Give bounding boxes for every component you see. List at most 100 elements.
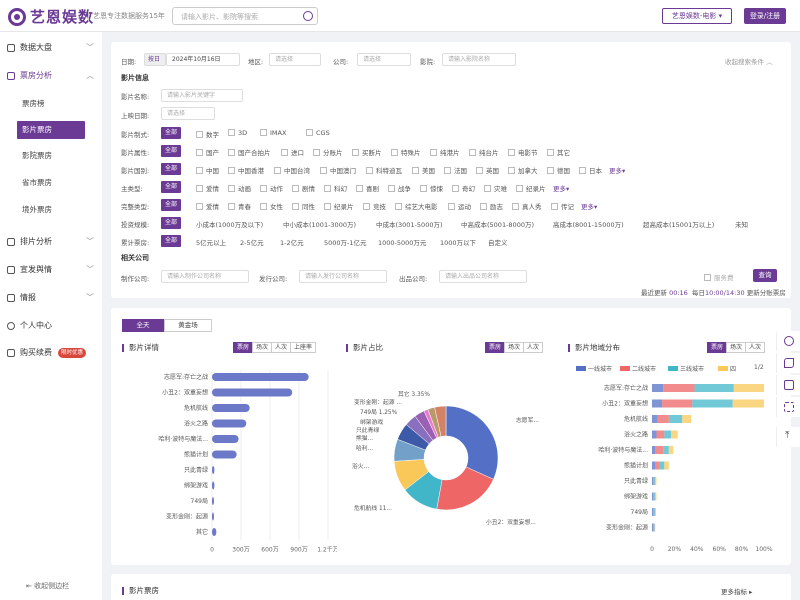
dist-company-input[interactable]: 请输入发行公司名称 [299,270,387,283]
bar[interactable] [212,419,247,428]
seg-boxoffice[interactable]: 票房 [233,342,254,353]
cumulative-option[interactable]: 1000万以下 [440,237,476,247]
stacked-segment[interactable] [694,384,734,392]
sidebar-item-publicity[interactable]: 宣发舆情 ﹀ [0,262,102,278]
sidebar-item-dashboard[interactable]: 数据大盘 ﹀ [0,40,102,56]
format-option[interactable]: 3D [228,129,247,137]
attr-option[interactable]: 国产合拍片 [228,147,271,157]
stacked-segment[interactable] [654,523,655,532]
stacked-segment[interactable] [654,508,656,516]
stacked-segment[interactable] [652,461,656,470]
full-genre-option[interactable]: 真人秀 [512,201,542,211]
stacked-segment[interactable] [668,415,683,423]
country-more-link[interactable]: 更多▾ [609,165,625,175]
cumulative-option[interactable]: 5亿元以上 [196,237,226,247]
sub-item-ranking[interactable]: 票房榜 [22,96,45,112]
stacked-segment[interactable] [664,461,669,470]
invest-option[interactable]: 高成本(8001-15000万) [553,219,624,229]
full-genre-option[interactable]: 竞技 [363,201,386,211]
stacked-segment[interactable] [655,446,664,454]
cumulative-option[interactable]: 1-2亿元 [280,237,304,247]
stacked-segment[interactable] [652,492,654,501]
stacked-segment[interactable] [652,446,656,454]
legend-pager[interactable]: 1/2 [754,364,764,371]
prodf-company-input[interactable]: 请输入出品公司名称 [439,270,527,283]
invest-option[interactable]: 中成本(3001-5000万) [376,219,443,229]
full-genre-option[interactable]: 运动 [448,201,471,211]
release-date-select[interactable]: 请选择 [161,107,215,120]
seg-admissions[interactable]: 人次 [271,342,292,353]
bar[interactable] [212,435,239,443]
attr-option[interactable]: 买断片 [352,147,382,157]
bar[interactable] [212,528,217,536]
genre-all-button[interactable]: 全部 [161,181,182,193]
stacked-segment[interactable] [654,477,656,485]
attr-option[interactable]: 国产 [196,147,219,157]
qrcode-button[interactable] [776,397,800,417]
attr-option[interactable]: 分账片 [313,147,343,157]
stacked-segment[interactable] [652,399,663,408]
invest-option[interactable]: 中高成本(5001-8000万) [461,219,534,229]
stacked-segment[interactable] [655,461,660,470]
stacked-segment[interactable] [671,430,678,439]
full-genre-option[interactable]: 青春 [228,201,251,211]
full-genre-option[interactable]: 爱情 [196,201,219,211]
stacked-segment[interactable] [653,523,655,532]
bar[interactable] [212,497,214,505]
query-button[interactable]: 查询 [753,269,777,282]
invest-option[interactable]: 中小成本(1001-3000万) [283,219,356,229]
country-option[interactable]: 中国 [196,165,219,175]
full-genre-option[interactable]: 传记 [551,201,574,211]
full-genre-more-link[interactable]: 更多▾ [581,201,597,211]
sub-item-movie-boxoffice[interactable]: 影片票房 [17,121,85,139]
stacked-segment[interactable] [652,508,654,516]
format-option[interactable]: IMAX [260,129,286,137]
stacked-segment[interactable] [653,492,655,501]
movie-name-input[interactable]: 请输入影片关键字 [161,89,243,102]
country-option[interactable]: 中国台湾 [274,165,310,175]
cumulative-option[interactable]: 2-5亿元 [240,237,264,247]
seg-occupancy[interactable]: 上座率 [290,342,317,353]
stacked-segment[interactable] [652,523,654,532]
phone-button[interactable] [776,353,800,373]
seg-admissions[interactable]: 人次 [745,342,766,353]
format-option[interactable]: 数字 [196,129,219,139]
stacked-segment[interactable] [662,399,693,408]
format-option[interactable]: CGS [306,129,330,137]
attr-option[interactable]: 进口 [281,147,304,157]
full-genre-option[interactable]: 励志 [480,201,503,211]
seg-boxoffice[interactable]: 票房 [707,342,728,353]
chat-button[interactable] [776,331,800,351]
seg-shows[interactable]: 场次 [504,342,525,353]
country-option[interactable]: 法国 [444,165,467,175]
bar[interactable] [212,481,215,490]
attr-all-button[interactable]: 全部 [161,145,182,157]
stacked-segment[interactable] [657,415,669,423]
sidebar-item-boxoffice[interactable]: 票房分析 ︿ [0,68,102,84]
stacked-segment[interactable] [655,492,657,501]
legend-item[interactable]: 一线城市 [576,364,612,373]
genre-option[interactable]: 剧情 [292,183,315,193]
stacked-segment[interactable] [652,415,658,423]
format-all-button[interactable]: 全部 [161,127,182,139]
genre-option[interactable]: 战争 [388,183,411,193]
genre-option[interactable]: 动画 [228,183,251,193]
search-icon[interactable] [303,11,313,21]
genre-option[interactable]: 奇幻 [452,183,475,193]
stacked-segment[interactable] [733,384,764,392]
genre-option[interactable]: 喜剧 [356,183,379,193]
genre-option[interactable]: 灾难 [484,183,507,193]
attr-option[interactable]: 其它 [547,147,570,157]
service-fee-checkbox[interactable]: 服务费 [704,272,734,282]
stacked-segment[interactable] [663,446,669,454]
country-all-button[interactable]: 全部 [161,163,182,175]
bar[interactable] [212,512,214,521]
stacked-segment[interactable] [668,446,674,454]
stacked-segment[interactable] [655,477,657,485]
genre-more-link[interactable]: 更多▾ [553,183,569,193]
genre-option[interactable]: 动作 [260,183,283,193]
full-genre-option[interactable]: 纪录片 [324,201,354,211]
cinema-input[interactable]: 请输入影院名称 [442,53,516,66]
bar[interactable] [212,466,215,474]
sub-item-cinema[interactable]: 影院票房 [22,148,52,164]
